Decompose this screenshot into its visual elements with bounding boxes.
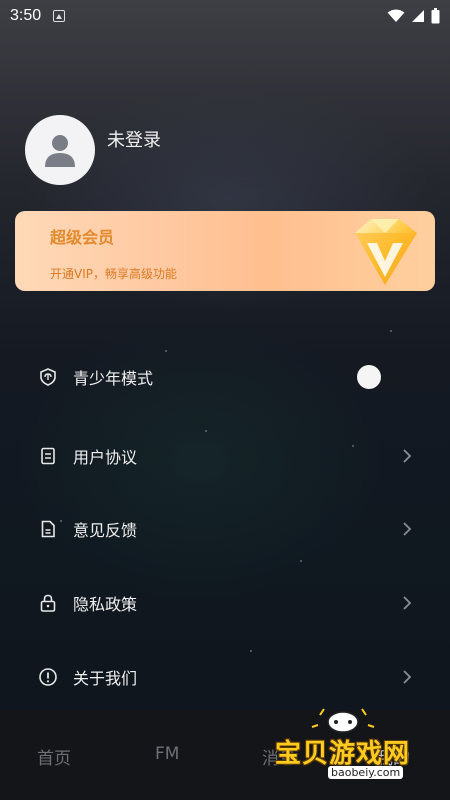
menu-item-about-us[interactable]: 关于我们 (0, 655, 450, 699)
menu-item-label: 意见反馈 (73, 521, 138, 540)
teen-mode-toggle[interactable] (357, 365, 399, 389)
chevron-right-icon (403, 449, 412, 463)
signal-icon (412, 10, 424, 22)
chevron-right-icon (403, 522, 412, 536)
vip-subtitle: 开通VIP，畅享高级功能 (50, 267, 177, 281)
watermark-text: 宝贝游戏网 (275, 739, 411, 769)
nav-tab-fm[interactable]: FM (155, 744, 179, 764)
lock-icon (38, 593, 58, 613)
menu-item-user-agreement[interactable]: 用户协议 (0, 434, 450, 478)
user-icon (45, 135, 75, 167)
avatar[interactable] (25, 115, 95, 185)
info-icon (38, 667, 58, 687)
menu-item-label: 用户协议 (73, 448, 138, 467)
profile-header[interactable]: 未登录 (25, 115, 161, 185)
shield-icon (38, 367, 58, 387)
vip-title: 超级会员 (50, 228, 115, 247)
wifi-icon (387, 9, 405, 22)
menu-item-privacy-policy[interactable]: 隐私政策 (0, 581, 450, 625)
feedback-icon (38, 519, 58, 539)
document-icon (38, 446, 58, 466)
notification-icon (53, 10, 66, 22)
menu-item-label: 关于我们 (73, 669, 138, 688)
menu-item-label: 隐私政策 (73, 595, 138, 614)
vip-card[interactable]: 超级会员 开通VIP，畅享高级功能 (15, 211, 435, 291)
menu-item-feedback[interactable]: 意见反馈 (0, 507, 450, 551)
nav-tab-home[interactable]: 首页 (37, 744, 71, 769)
diamond-icon (355, 219, 417, 285)
login-status-label[interactable]: 未登录 (107, 126, 161, 152)
chevron-right-icon (403, 596, 412, 610)
status-bar: 3:50 (0, 0, 450, 32)
menu-item-teen-mode[interactable]: 青少年模式 (0, 355, 450, 399)
chevron-right-icon (403, 670, 412, 684)
status-time: 3:50 (10, 7, 42, 24)
battery-icon (431, 8, 440, 24)
watermark-url: baobeiy.com (328, 766, 404, 779)
menu-item-label: 青少年模式 (73, 369, 154, 388)
